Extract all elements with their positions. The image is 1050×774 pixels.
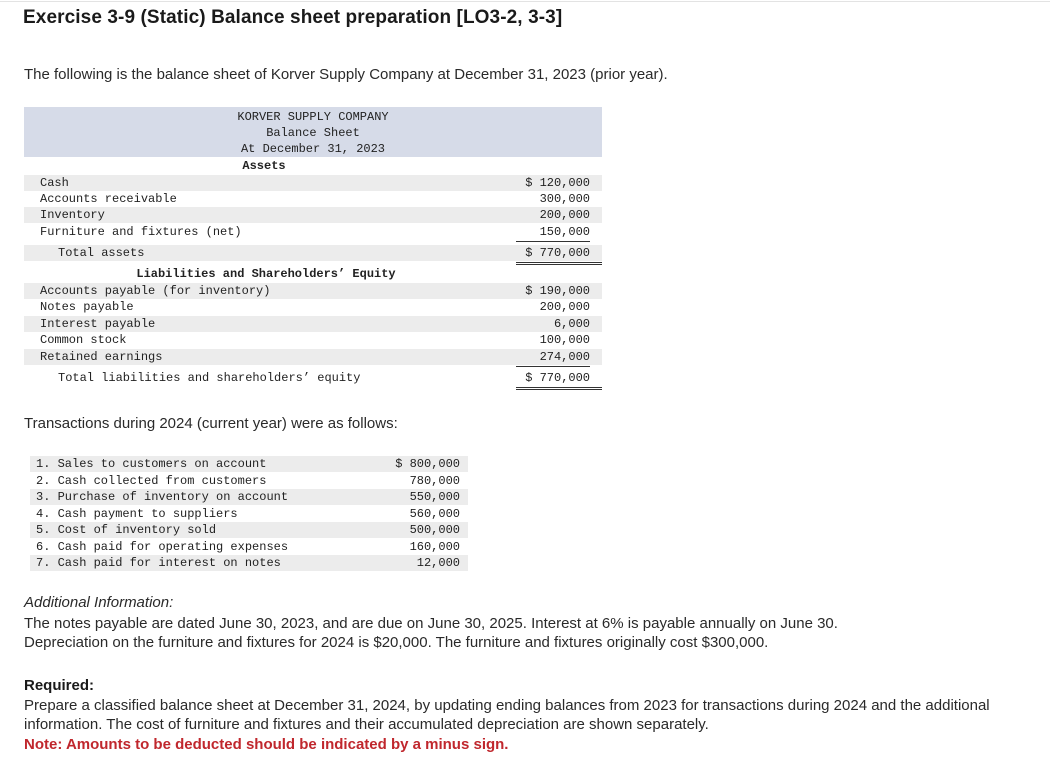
table-row: 3. Purchase of inventory on account 550,… <box>30 489 468 505</box>
transaction-amount: 780,000 <box>409 474 460 488</box>
transaction-label: 1. Sales to customers on account <box>36 457 267 471</box>
row-label: Inventory <box>40 208 105 222</box>
table-row: Interest payable 6,000 <box>24 316 602 332</box>
row-label: Accounts receivable <box>40 192 177 206</box>
row-label: Cash <box>40 176 69 190</box>
transaction-label: 2. Cash collected from customers <box>36 474 267 488</box>
transactions-table: 1. Sales to customers on account $ 800,0… <box>30 456 468 576</box>
transaction-label: 3. Purchase of inventory on account <box>36 490 289 504</box>
subtotal-rule <box>516 366 590 367</box>
assets-heading-row: Assets <box>24 158 602 174</box>
balance-sheet-header: KORVER SUPPLY COMPANY Balance Sheet At D… <box>24 107 602 157</box>
total-assets-row: Total assets $ 770,000 <box>24 245 602 261</box>
row-amount: 150,000 <box>539 225 590 239</box>
total-assets-amount: $ 770,000 <box>525 246 590 260</box>
table-row: 5. Cost of inventory sold 500,000 <box>30 522 468 538</box>
transaction-amount: $ 800,000 <box>395 457 460 471</box>
row-amount: $ 120,000 <box>525 176 590 190</box>
table-row: Retained earnings 274,000 <box>24 349 602 365</box>
row-label: Furniture and fixtures (net) <box>40 225 242 239</box>
company-name: KORVER SUPPLY COMPANY <box>237 110 389 124</box>
double-rule-top <box>516 262 602 263</box>
balance-sheet-table: KORVER SUPPLY COMPANY Balance Sheet At D… <box>24 107 602 397</box>
table-row: Cash $ 120,000 <box>24 175 602 191</box>
table-row: Accounts receivable 300,000 <box>24 191 602 207</box>
total-liabilities-amount: $ 770,000 <box>525 371 590 385</box>
required-heading: Required: <box>24 677 95 694</box>
additional-info-line: Depreciation on the furniture and fixtur… <box>24 634 769 651</box>
row-amount: 100,000 <box>539 333 590 347</box>
table-row: Common stock 100,000 <box>24 332 602 348</box>
table-row: Furniture and fixtures (net) 150,000 <box>24 224 602 240</box>
total-liabilities-label: Total liabilities and shareholders’ equi… <box>58 371 361 385</box>
additional-info-line: The notes payable are dated June 30, 202… <box>24 615 838 632</box>
transaction-amount: 500,000 <box>409 523 460 537</box>
table-row: 2. Cash collected from customers 780,000 <box>30 473 468 489</box>
row-label: Common stock <box>40 333 127 347</box>
additional-info-text: The notes payable are dated June 30, 202… <box>24 614 1024 652</box>
additional-info-heading: Additional Information: <box>24 594 174 611</box>
row-amount: 200,000 <box>539 208 590 222</box>
liabilities-heading-row: Liabilities and Shareholders’ Equity <box>24 266 602 282</box>
row-label: Interest payable <box>40 317 156 331</box>
exercise-title: Exercise 3-9 (Static) Balance sheet prep… <box>23 7 563 28</box>
table-row: 7. Cash paid for interest on notes 12,00… <box>30 555 468 571</box>
statement-name: Balance Sheet <box>266 126 360 140</box>
top-divider <box>0 1 1050 2</box>
table-row: 6. Cash paid for operating expenses 160,… <box>30 539 468 555</box>
assets-heading: Assets <box>242 159 286 173</box>
row-amount: 6,000 <box>553 317 590 331</box>
total-liabilities-row: Total liabilities and shareholders’ equi… <box>24 370 602 386</box>
double-rule-bottom <box>516 389 602 390</box>
table-row: Accounts payable (for inventory) $ 190,0… <box>24 283 602 299</box>
row-label: Retained earnings <box>40 350 163 364</box>
row-label: Notes payable <box>40 300 134 314</box>
transaction-label: 5. Cost of inventory sold <box>36 523 217 537</box>
total-assets-label: Total assets <box>58 246 145 260</box>
row-amount: $ 190,000 <box>525 284 590 298</box>
table-row: Notes payable 200,000 <box>24 299 602 315</box>
required-text: Prepare a classified balance sheet at De… <box>24 697 990 733</box>
table-row: 4. Cash payment to suppliers 560,000 <box>30 506 468 522</box>
row-amount: 200,000 <box>539 300 590 314</box>
liabilities-heading: Liabilities and Shareholders’ Equity <box>136 267 396 281</box>
double-rule-top <box>516 387 602 388</box>
row-label: Accounts payable (for inventory) <box>40 284 271 298</box>
transaction-amount: 560,000 <box>409 507 460 521</box>
intro-text: The following is the balance sheet of Ko… <box>24 66 668 83</box>
row-amount: 300,000 <box>539 192 590 206</box>
table-row: 1. Sales to customers on account $ 800,0… <box>30 456 468 472</box>
transaction-label: 6. Cash paid for operating expenses <box>36 540 289 554</box>
subtotal-rule <box>516 241 590 242</box>
transactions-intro: Transactions during 2024 (current year) … <box>24 415 398 432</box>
minus-sign-note: Note: Amounts to be deducted should be i… <box>24 736 509 753</box>
transaction-label: 7. Cash paid for interest on notes <box>36 556 281 570</box>
transaction-amount: 550,000 <box>409 490 460 504</box>
statement-date: At December 31, 2023 <box>240 142 386 156</box>
table-row: Inventory 200,000 <box>24 207 602 223</box>
transaction-amount: 12,000 <box>416 556 460 570</box>
row-amount: 274,000 <box>539 350 590 364</box>
transaction-amount: 160,000 <box>409 540 460 554</box>
transaction-label: 4. Cash payment to suppliers <box>36 507 238 521</box>
double-rule-bottom <box>516 264 602 265</box>
